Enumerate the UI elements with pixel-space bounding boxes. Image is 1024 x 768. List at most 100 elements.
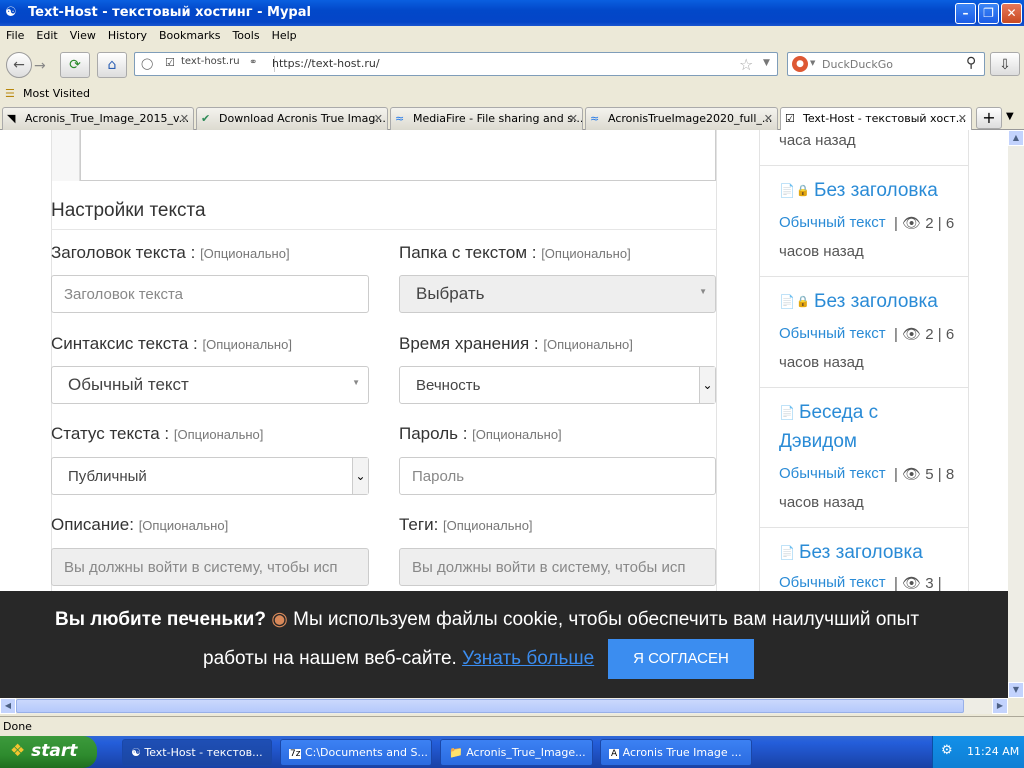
tab-close-icon[interactable]: ✕	[569, 112, 578, 125]
expiry-select[interactable]: Вечность ⌄	[399, 366, 716, 404]
tab-favicon-icon: ☑	[785, 112, 795, 125]
paste-type-link[interactable]: Обычный текст	[779, 574, 886, 591]
password-input[interactable]: Пароль	[399, 457, 716, 495]
search-bar[interactable]: ● ▼ DuckDuckGo ⚲	[787, 52, 985, 76]
paste-meta: | 👁 2 | 6	[894, 215, 955, 232]
menu-file[interactable]: File	[0, 26, 30, 42]
scroll-right-icon[interactable]: ▶	[992, 698, 1008, 714]
folder-select[interactable]: Выбрать ▼	[399, 275, 716, 313]
tab-close-icon[interactable]: ✕	[374, 112, 383, 125]
scroll-left-icon[interactable]: ◀	[0, 698, 16, 714]
app-icon: ☯	[5, 5, 17, 20]
reload-button[interactable]: ⟳	[60, 52, 90, 78]
sidebar-item[interactable]: 📄 🔒 Без заголовка Обычный текст | 👁 2 | …	[760, 166, 968, 277]
site-identity[interactable]: ☑ text-host.ru	[165, 56, 275, 72]
engine-dropdown-icon[interactable]: ▼	[810, 59, 815, 67]
vertical-scrollbar[interactable]: ▲ ▼	[1008, 130, 1024, 698]
title-label-text: Заголовок текста :	[51, 243, 196, 262]
url-dropdown-icon[interactable]: ▼	[763, 58, 770, 68]
taskbar-item-acronis[interactable]: A Acronis True Image ...	[600, 739, 752, 766]
learn-more-link[interactable]: Узнать больше	[462, 648, 594, 669]
close-button[interactable]: ✕	[1001, 3, 1022, 24]
tab-text-host[interactable]: ☑ Text-Host - текстовый хост... ✕	[780, 107, 972, 131]
network-icon[interactable]: ⚙	[941, 743, 953, 758]
menu-tools[interactable]: Tools	[226, 26, 265, 42]
tab-download-acronis[interactable]: ✔ Download Acronis True Imag... ✕	[196, 107, 388, 130]
shield-icon[interactable]: ◯	[141, 57, 153, 70]
text-editor-area[interactable]	[80, 130, 716, 181]
paste-type-link[interactable]: Обычный текст	[779, 325, 886, 342]
scroll-thumb[interactable]	[16, 699, 964, 713]
window-title-bar[interactable]: ☯ Text-Host - текстовый хостинг - Mypal …	[0, 0, 1024, 26]
paste-title-link[interactable]: Без заголовка	[814, 291, 938, 313]
scroll-up-icon[interactable]: ▲	[1008, 130, 1024, 146]
taskbar-item-folder[interactable]: 📁 Acronis_True_Image...	[440, 739, 593, 766]
forward-button[interactable]: →	[34, 58, 46, 74]
download-button[interactable]: ⇩	[990, 52, 1020, 76]
taskbar-item-browser[interactable]: ☯ Text-Host - текстов...	[122, 739, 272, 766]
chevron-down-icon[interactable]: ⌄	[352, 458, 368, 494]
password-label: Пароль : [Опционально]	[399, 424, 562, 444]
browser-icon: ☯	[131, 746, 141, 759]
sidebar-item[interactable]: 📄 Беседа с Дэвидом Обычный текст | 👁 5 |…	[760, 388, 968, 528]
paste-time: часа назад	[779, 132, 856, 149]
search-input[interactable]: DuckDuckGo	[822, 58, 893, 71]
taskbar-item-7zip[interactable]: 7z C:\Documents and S...	[280, 739, 432, 766]
paste-type-link[interactable]: Обычный текст	[779, 214, 886, 231]
paste-title-link[interactable]: Беседа с	[799, 402, 878, 424]
most-visited-link[interactable]: Most Visited	[23, 87, 90, 100]
menu-edit[interactable]: Edit	[30, 26, 63, 42]
eye-icon: 👁	[902, 215, 922, 232]
expiry-label: Время хранения : [Опционально]	[399, 334, 633, 354]
tags-input[interactable]: Вы должны войти в систему, чтобы исп	[399, 548, 716, 586]
status-text: Done	[3, 720, 32, 733]
new-tab-button[interactable]: +	[976, 107, 1002, 129]
description-input[interactable]: Вы должны войти в систему, чтобы исп	[51, 548, 369, 586]
menu-bar: File Edit View History Bookmarks Tools Help	[0, 26, 1024, 47]
chevron-down-icon[interactable]: ⌄	[699, 367, 715, 403]
address-bar[interactable]: ◯ ☑ text-host.ru ⚭ https://text-host.ru/…	[134, 52, 778, 76]
url-text[interactable]: https://text-host.ru/	[272, 57, 380, 70]
tab-acronis-2020[interactable]: ≈ AcronisTrueImage2020_full_... ✕	[585, 107, 778, 130]
menu-help[interactable]: Help	[266, 26, 303, 42]
file-icon: 📄	[779, 406, 796, 421]
minimize-button[interactable]: –	[955, 3, 976, 24]
caret-down-icon: ▼	[352, 378, 360, 387]
accept-cookies-button[interactable]: Я СОГЛАСЕН	[608, 639, 754, 679]
menu-bookmarks[interactable]: Bookmarks	[153, 26, 226, 42]
scroll-down-icon[interactable]: ▼	[1008, 682, 1024, 698]
lock-icon: 🔒	[796, 184, 810, 197]
home-button[interactable]: ⌂	[97, 52, 127, 78]
clock[interactable]: 11:24 AM	[967, 745, 1019, 758]
menu-history[interactable]: History	[102, 26, 153, 42]
tab-acronis-2015[interactable]: ◥ Acronis_True_Image_2015_v... ✕	[2, 107, 194, 130]
title-input[interactable]: Заголовок текста	[51, 275, 369, 313]
tab-mediafire[interactable]: ≈ MediaFire - File sharing and s... ✕	[390, 107, 583, 130]
cookie-message-line2: работы на нашем веб-сайте. Узнать больше	[203, 648, 594, 670]
cookie-banner: Вы любите печеньки? ◉ Мы используем файл…	[0, 591, 1008, 698]
start-button[interactable]: ❖ start	[0, 736, 97, 768]
maximize-button[interactable]: ❐	[978, 3, 999, 24]
paste-type-link[interactable]: Обычный текст	[779, 465, 886, 482]
task-label: Acronis True Image ...	[622, 746, 742, 759]
menu-view[interactable]: View	[64, 26, 102, 42]
syntax-select[interactable]: Обычный текст ▼	[51, 366, 369, 404]
lock-icon[interactable]: ⚭	[249, 57, 257, 68]
tab-close-icon[interactable]: ✕	[180, 112, 189, 125]
paste-title-link[interactable]: Без заголовка	[814, 180, 938, 202]
status-select[interactable]: Публичный ⌄	[51, 457, 369, 495]
paste-title-link-line2[interactable]: Дэвидом	[779, 431, 857, 453]
task-label: Acronis_True_Image...	[466, 746, 586, 759]
search-icon[interactable]: ⚲	[966, 55, 976, 71]
view-count: 3	[925, 575, 934, 592]
tab-list-icon[interactable]: ▼	[1006, 111, 1014, 122]
tab-close-icon[interactable]: ✕	[764, 112, 773, 125]
tab-close-icon[interactable]: ✕	[958, 112, 967, 125]
duckduckgo-icon[interactable]: ●	[792, 56, 808, 72]
sidebar-item[interactable]: 📄 🔒 Без заголовка Обычный текст | 👁 2 | …	[760, 277, 968, 388]
bookmark-star-icon[interactable]: ☆	[739, 55, 753, 74]
password-label-text: Пароль :	[399, 424, 468, 443]
back-button[interactable]: ←	[6, 52, 32, 78]
paste-title-link[interactable]: Без заголовка	[799, 542, 923, 564]
horizontal-scrollbar[interactable]: ◀ ▶	[0, 698, 1008, 714]
